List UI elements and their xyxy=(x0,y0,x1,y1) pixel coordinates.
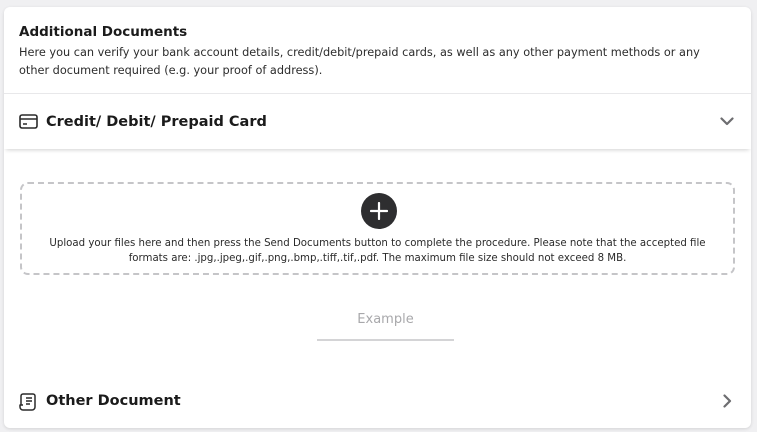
upload-instructions: Upload your files here and then press th… xyxy=(49,238,706,264)
credit-card-icon xyxy=(18,112,38,132)
example-button[interactable]: Example xyxy=(317,305,454,341)
section-credit-debit-prepaid-card[interactable]: Credit/ Debit/ Prepaid Card xyxy=(4,94,751,149)
chevron-right-icon[interactable] xyxy=(718,392,736,410)
chevron-down-icon[interactable] xyxy=(718,113,736,131)
document-icon xyxy=(18,391,38,411)
add-file-button[interactable] xyxy=(361,193,397,229)
upload-dropzone[interactable]: Upload your files here and then press th… xyxy=(20,182,735,275)
page-description: Here you can verify your bank account de… xyxy=(19,46,700,77)
plus-icon xyxy=(370,202,388,220)
header: Additional Documents Here you can verify… xyxy=(4,7,751,94)
additional-documents-card: Additional Documents Here you can verify… xyxy=(4,7,751,428)
section-title-other: Other Document xyxy=(46,392,181,409)
section-other-document[interactable]: Other Document xyxy=(4,373,751,428)
section-title-card: Credit/ Debit/ Prepaid Card xyxy=(46,113,267,130)
page-title: Additional Documents xyxy=(19,24,188,40)
